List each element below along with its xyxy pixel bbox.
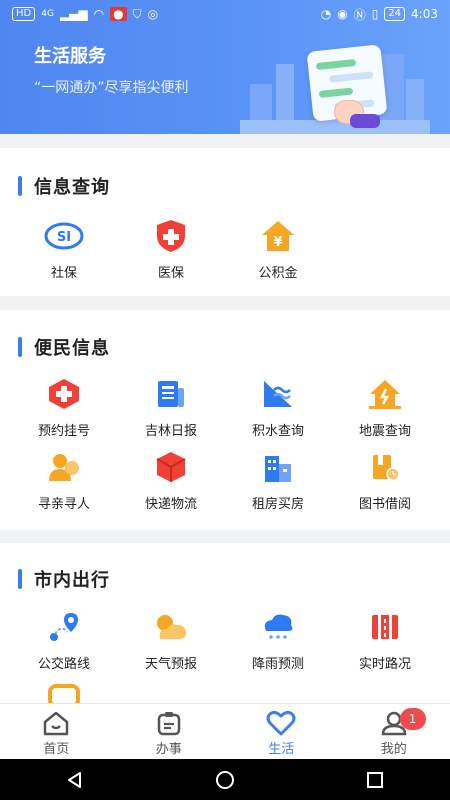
signal-icon: ▂▄▆ bbox=[59, 7, 88, 21]
hd-indicator: HD bbox=[12, 7, 36, 21]
social-security-icon: SI bbox=[44, 216, 84, 256]
tile-express-logistics[interactable]: 快递物流 bbox=[126, 447, 216, 512]
hospital-appointment-icon bbox=[44, 374, 84, 414]
svg-text:SI: SI bbox=[57, 230, 71, 245]
section-accent-bar bbox=[18, 337, 22, 357]
tile-real-time-traffic[interactable]: 实时路况 bbox=[340, 607, 430, 672]
home-circle-icon[interactable] bbox=[215, 770, 235, 790]
banner-title: 生活服务 bbox=[34, 46, 106, 67]
tile-label: 快递物流 bbox=[144, 497, 197, 512]
tile-label: 积水查询 bbox=[251, 424, 304, 439]
tile-earthquake-query[interactable]: 地震查询 bbox=[340, 374, 430, 439]
nfc-icon: Ⓝ bbox=[353, 7, 366, 22]
tile-social-security[interactable]: SI 社保 bbox=[19, 216, 109, 281]
banner-subtitle: “一网通办”尽享指尖便利 bbox=[34, 80, 189, 96]
partial-tile-icon[interactable] bbox=[47, 684, 81, 703]
status-bar: HD 4G ▂▄▆ ◠ ● ⛉ ◎ ◔ ◉ Ⓝ ▯ 24 4:03 bbox=[0, 0, 450, 28]
traffic-icon bbox=[365, 607, 405, 647]
back-icon[interactable] bbox=[65, 770, 85, 790]
tile-label: 实时路况 bbox=[358, 657, 411, 672]
tile-bus-route[interactable]: 公交路线 bbox=[19, 607, 109, 672]
tile-label: 租房买房 bbox=[251, 497, 304, 512]
book-icon bbox=[365, 447, 405, 487]
home-icon bbox=[44, 711, 69, 736]
tile-rent-buy-house[interactable]: 租房买房 bbox=[233, 447, 323, 512]
tile-label: 降雨预测 bbox=[251, 657, 304, 672]
tile-label: 图书借阅 bbox=[358, 497, 411, 512]
globe-icon: ◎ bbox=[147, 7, 159, 21]
section-title: 信息查询 bbox=[34, 177, 110, 198]
newspaper-icon bbox=[151, 374, 191, 414]
tile-label: 社保 bbox=[50, 266, 77, 281]
tile-label: 公交路线 bbox=[37, 657, 90, 672]
heart-icon bbox=[266, 710, 296, 736]
tile-weather-forecast[interactable]: 天气预报 bbox=[126, 607, 216, 672]
medical-insurance-icon bbox=[151, 216, 191, 256]
svg-text:¥: ¥ bbox=[273, 235, 282, 250]
section-city-travel: 市内出行 公交路线 天气预报 降雨预测 实时路况 bbox=[0, 543, 450, 703]
person-search-icon bbox=[44, 447, 84, 487]
tile-label: 地震查询 bbox=[358, 424, 411, 439]
tab-label: 生活 bbox=[268, 742, 295, 757]
tab-services[interactable]: 办事 bbox=[113, 704, 226, 760]
bottom-tab-bar: 首页 办事 生活 1 我的 bbox=[0, 703, 450, 760]
housing-fund-icon: ¥ bbox=[258, 216, 298, 256]
tile-jilin-daily[interactable]: 吉林日报 bbox=[126, 374, 216, 439]
tab-home[interactable]: 首页 bbox=[0, 704, 113, 760]
shield-icon: ⛉ bbox=[132, 6, 142, 21]
section-accent-bar bbox=[18, 569, 22, 589]
vibrate-icon: ▯ bbox=[371, 7, 379, 21]
section-convenience-info: 便民信息 预约挂号 吉林日报 积水查询 地震查询 寻亲寻人 快递物流 租房买房 … bbox=[0, 310, 450, 530]
clock: 4:03 bbox=[411, 7, 438, 21]
tab-label: 首页 bbox=[43, 742, 70, 757]
tile-label: 吉林日报 bbox=[144, 424, 197, 439]
section-title: 市内出行 bbox=[34, 570, 110, 591]
tab-mine[interactable]: 1 我的 bbox=[338, 704, 450, 760]
system-navigation-bar bbox=[0, 759, 450, 800]
tile-label: 寻亲寻人 bbox=[37, 497, 90, 512]
sleeve-illustration bbox=[350, 114, 380, 128]
tile-book-borrowing[interactable]: 图书借阅 bbox=[340, 447, 430, 512]
section-info-query: 信息查询 SI 社保 医保 ¥ 公积金 bbox=[0, 148, 450, 296]
tab-life[interactable]: 生活 bbox=[225, 704, 338, 760]
tile-label: 医保 bbox=[157, 266, 184, 281]
package-icon bbox=[151, 447, 191, 487]
route-icon bbox=[44, 607, 84, 647]
waterlogging-icon bbox=[258, 374, 298, 414]
network-type: 4G bbox=[41, 9, 54, 19]
wifi-icon: ◠ bbox=[93, 7, 105, 21]
briefcase-icon bbox=[157, 712, 180, 736]
section-accent-bar bbox=[18, 176, 22, 196]
recents-icon[interactable] bbox=[365, 770, 385, 790]
notification-badge: 1 bbox=[399, 708, 426, 730]
tab-label: 办事 bbox=[155, 742, 182, 757]
weather-icon bbox=[151, 607, 191, 647]
battery-indicator: 24 bbox=[384, 7, 406, 21]
tile-rain-forecast[interactable]: 降雨预测 bbox=[233, 607, 323, 672]
tile-hospital-appointment[interactable]: 预约挂号 bbox=[19, 374, 109, 439]
buildings-icon bbox=[258, 447, 298, 487]
section-title: 便民信息 bbox=[34, 338, 110, 359]
tile-label: 预约挂号 bbox=[37, 424, 90, 439]
tile-person-search[interactable]: 寻亲寻人 bbox=[19, 447, 109, 512]
tile-medical-insurance[interactable]: 医保 bbox=[126, 216, 216, 281]
tile-waterlogging-query[interactable]: 积水查询 bbox=[233, 374, 323, 439]
earthquake-icon bbox=[365, 374, 405, 414]
rain-cloud-icon bbox=[258, 607, 298, 647]
tile-label: 天气预报 bbox=[144, 657, 197, 672]
record-icon: ● bbox=[110, 7, 127, 21]
eye-icon: ◉ bbox=[337, 7, 348, 21]
tab-label: 我的 bbox=[380, 742, 407, 757]
tile-label: 公积金 bbox=[258, 266, 298, 281]
headphone-icon: ◔ bbox=[320, 7, 332, 21]
tile-housing-fund[interactable]: ¥ 公积金 bbox=[233, 216, 323, 281]
